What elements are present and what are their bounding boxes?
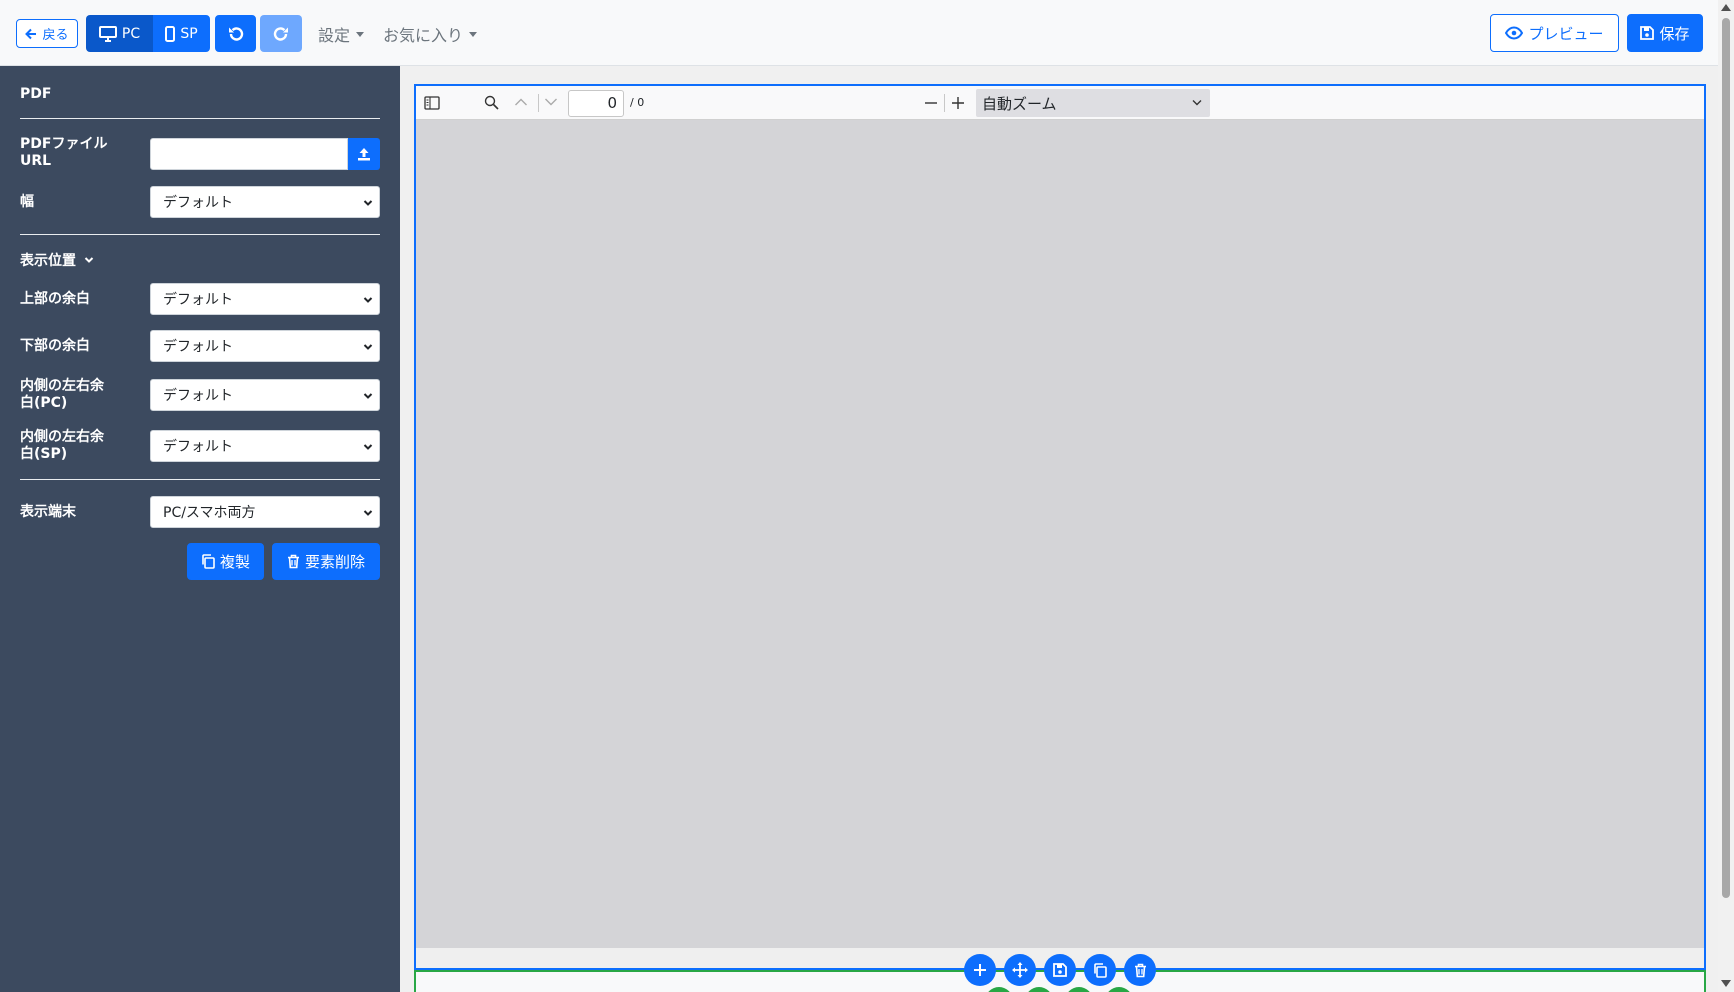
- bottom-margin-label: 下部の余白: [20, 338, 90, 354]
- chevron-down-icon: [1192, 100, 1202, 106]
- back-button[interactable]: 戻る: [16, 19, 78, 48]
- zoom-select[interactable]: 自動ズーム: [976, 89, 1210, 117]
- scroll-down-icon[interactable]: [1721, 980, 1731, 987]
- chevron-down-icon: [363, 297, 373, 303]
- upload-button[interactable]: [348, 138, 380, 170]
- pdf-viewer-toolbar: 0 / 0 自動ズーム: [416, 86, 1704, 120]
- redo-button[interactable]: [260, 15, 302, 52]
- zoom-select-value: 自動ズーム: [982, 94, 1057, 113]
- delete-element-button[interactable]: 要素削除: [272, 543, 380, 580]
- page-count: / 0: [630, 96, 645, 109]
- next-page-icon[interactable]: [544, 97, 558, 107]
- sp-view-label: SP: [180, 25, 198, 42]
- toolbar-separator: [944, 94, 945, 112]
- undo-icon: [228, 26, 243, 41]
- scroll-up-icon[interactable]: [1721, 4, 1731, 11]
- caret-down-icon: [469, 31, 478, 37]
- inner-padding-pc-select[interactable]: デフォルト: [150, 379, 380, 411]
- top-margin-label: 上部の余白: [20, 291, 90, 307]
- sidebar-title: PDF: [20, 86, 52, 102]
- delete-element-circle-button[interactable]: [1124, 954, 1156, 986]
- eye-icon: [1505, 26, 1524, 40]
- properties-sidebar: PDF PDFファイルURL 幅 デフォルト 表示位置 上部の余白 デフォルト …: [0, 66, 400, 992]
- move-element-button[interactable]: [1004, 954, 1036, 986]
- top-toolbar: 戻る PC SP 設定 お気に入り プレビュー 保存: [0, 0, 1718, 66]
- divider: [20, 118, 380, 119]
- favorites-dropdown[interactable]: お気に入り: [383, 22, 478, 46]
- redo-icon: [273, 26, 288, 41]
- pdf-viewer: 0 / 0 自動ズーム: [414, 84, 1706, 970]
- chevron-down-icon: [363, 510, 373, 516]
- save-button[interactable]: 保存: [1627, 14, 1703, 52]
- settings-dropdown[interactable]: 設定: [318, 22, 365, 46]
- save-label: 保存: [1659, 24, 1690, 43]
- pc-view-label: PC: [121, 25, 141, 42]
- search-icon[interactable]: [484, 95, 499, 110]
- favorites-label: お気に入り: [383, 26, 464, 45]
- undo-button[interactable]: [215, 15, 256, 52]
- sp-view-button[interactable]: SP: [153, 15, 210, 52]
- caret-down-icon: [356, 31, 365, 37]
- zoom-in-icon[interactable]: [951, 96, 965, 110]
- page-number-input[interactable]: 0: [568, 90, 624, 117]
- delete-element-label: 要素削除: [304, 553, 365, 571]
- display-position-toggle[interactable]: 表示位置: [20, 250, 94, 270]
- preview-label: プレビュー: [1528, 24, 1604, 43]
- chevron-down-icon: [363, 444, 373, 450]
- top-margin-value: デフォルト: [163, 292, 233, 308]
- chevron-down-icon: [363, 200, 373, 206]
- bottom-margin-value: デフォルト: [163, 339, 233, 355]
- display-device-label: 表示端末: [20, 504, 76, 520]
- zoom-out-icon[interactable]: [924, 96, 938, 110]
- width-select-value: デフォルト: [163, 195, 233, 211]
- floppy-icon: [1640, 26, 1655, 40]
- width-label: 幅: [20, 194, 34, 210]
- chevron-down-icon: [363, 393, 373, 399]
- page-scrollbar[interactable]: [1718, 0, 1734, 992]
- duplicate-button[interactable]: 複製: [187, 543, 264, 580]
- bottom-margin-select[interactable]: デフォルト: [150, 330, 380, 362]
- divider: [20, 479, 380, 480]
- plus-icon: [974, 964, 986, 976]
- pc-view-button[interactable]: PC: [86, 15, 153, 52]
- previous-page-icon[interactable]: [514, 97, 528, 107]
- chevron-down-icon: [363, 344, 373, 350]
- scrollbar-thumb[interactable]: [1722, 18, 1730, 898]
- trash-icon: [1134, 963, 1146, 977]
- settings-label: 設定: [318, 26, 351, 45]
- inner-padding-pc-value: デフォルト: [163, 388, 233, 404]
- back-button-label: 戻る: [42, 28, 69, 43]
- inner-padding-sp-label: 内側の左右余白(SP): [20, 429, 104, 462]
- sidebar-toggle-icon[interactable]: [424, 96, 440, 110]
- desktop-icon: [98, 25, 117, 42]
- display-device-value: PC/スマホ両方: [163, 505, 256, 521]
- floppy-icon: [1053, 963, 1067, 977]
- chevron-down-icon: [84, 257, 94, 263]
- inner-padding-pc-label: 内側の左右余白(PC): [20, 378, 104, 411]
- mobile-icon: [165, 25, 176, 42]
- inner-padding-sp-value: デフォルト: [163, 439, 233, 455]
- upload-icon: [358, 148, 370, 161]
- duplicate-label: 複製: [219, 553, 250, 571]
- display-position-label: 表示位置: [20, 253, 76, 269]
- trash-icon: [287, 554, 299, 569]
- pdf-url-label: PDFファイルURL: [20, 136, 108, 169]
- copy-icon: [1094, 962, 1107, 978]
- display-device-select[interactable]: PC/スマホ両方: [150, 496, 380, 528]
- width-select[interactable]: デフォルト: [150, 186, 380, 218]
- preview-button[interactable]: プレビュー: [1490, 14, 1619, 52]
- inner-padding-sp-select[interactable]: デフォルト: [150, 430, 380, 462]
- divider: [20, 234, 380, 235]
- copy-element-button[interactable]: [1084, 954, 1116, 986]
- save-element-button[interactable]: [1044, 954, 1076, 986]
- arrow-left-icon: [25, 28, 37, 39]
- pdf-url-input[interactable]: [150, 138, 348, 170]
- top-margin-select[interactable]: デフォルト: [150, 283, 380, 315]
- move-icon: [1012, 962, 1028, 978]
- copy-icon: [202, 554, 215, 569]
- toolbar-separator: [538, 94, 539, 112]
- add-element-button[interactable]: [964, 954, 996, 986]
